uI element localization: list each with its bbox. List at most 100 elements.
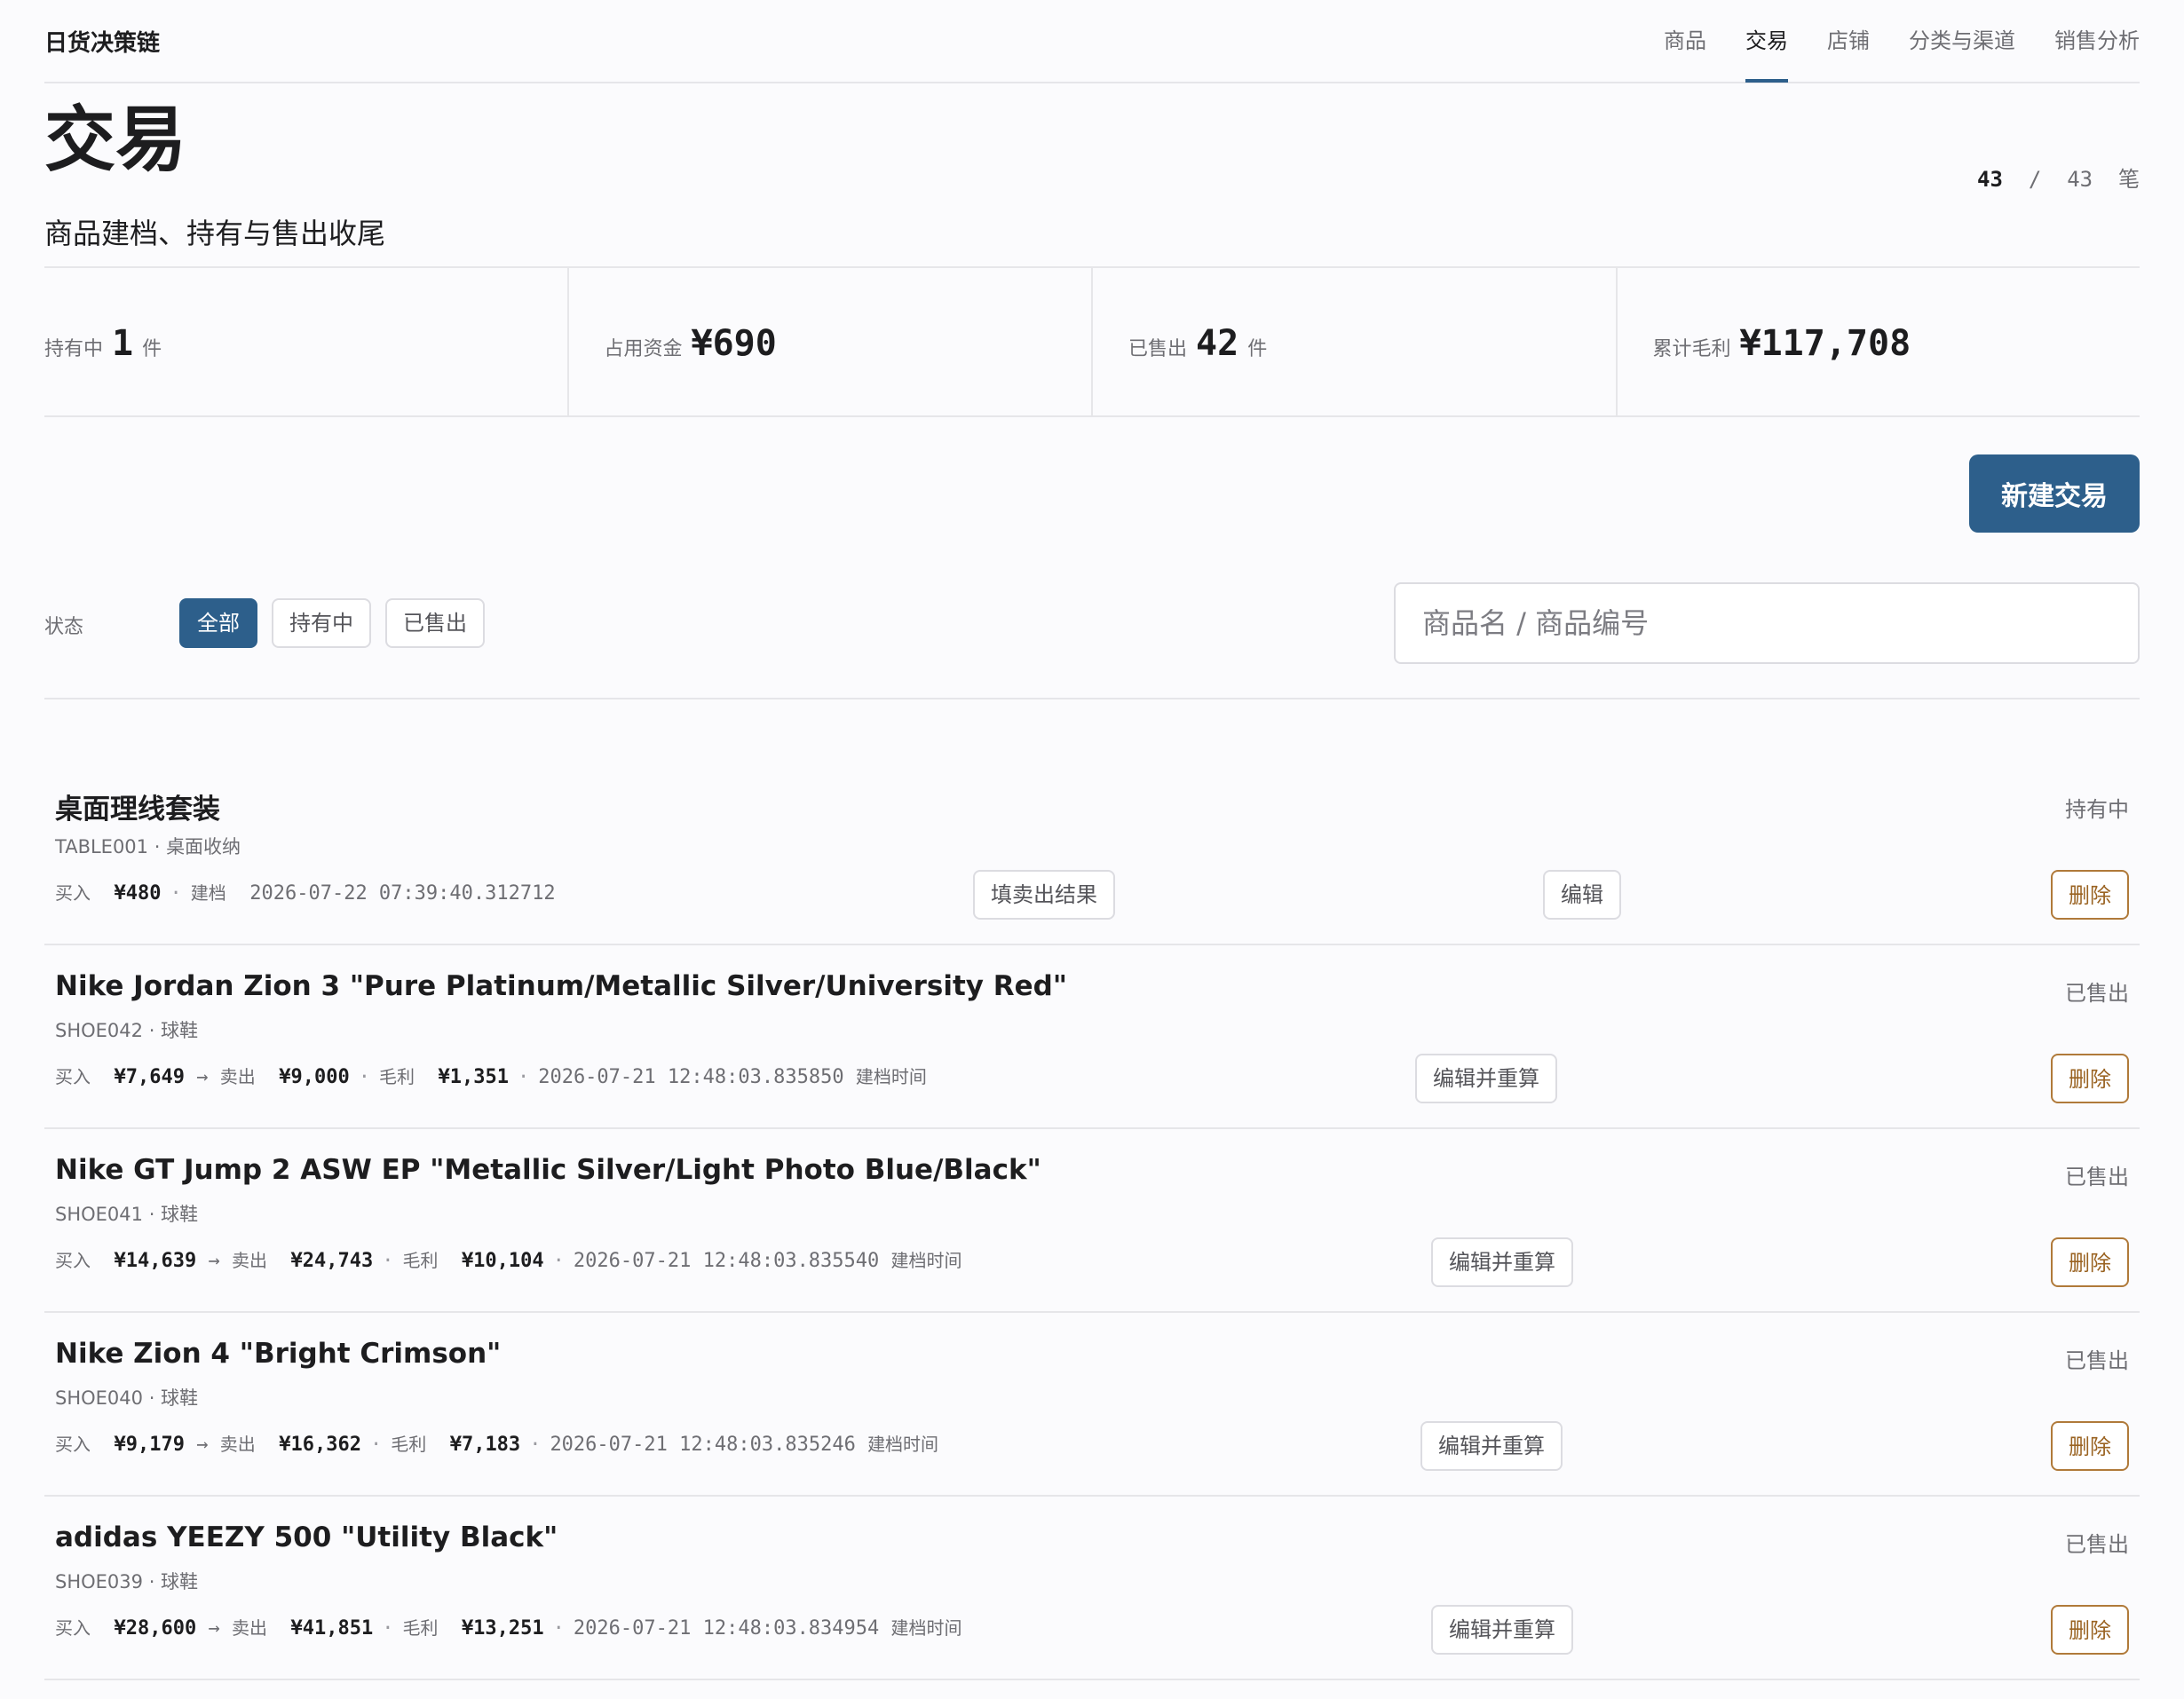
delete-button[interactable]: 删除	[2051, 870, 2129, 920]
delete-button[interactable]: 删除	[2051, 1421, 2129, 1471]
edit-button[interactable]: 编辑	[1543, 870, 1621, 920]
trade-row: Nike GT Jump 2 ASW EP "Metallic Silver/L…	[44, 1129, 2140, 1313]
trade-status: 已售出	[2065, 1532, 2129, 1557]
trade-name: Nike Jordan Zion 3 "Pure Platinum/Metall…	[55, 970, 1068, 1002]
trade-name: Nike Zion 4 "Bright Crimson"	[55, 1338, 502, 1370]
trade-meta: SHOE042 · 球鞋	[55, 1020, 199, 1041]
profit-value: ¥10,104	[461, 1250, 544, 1272]
sell-label: 卖出	[231, 1617, 267, 1639]
delete-button[interactable]: 删除	[2051, 1054, 2129, 1103]
buy-label: 买入	[55, 1066, 91, 1087]
delete-button[interactable]: 删除	[2051, 1237, 2129, 1287]
profit-label: 毛利	[391, 1434, 427, 1455]
sell-price: ¥9,000	[279, 1066, 350, 1088]
trade-category: 球鞋	[161, 1387, 199, 1409]
stat-holding: 持有中 1 件	[44, 268, 569, 415]
trade-status: 持有中	[2065, 797, 2129, 822]
filter-row: 状态 全部 持有中 已售出	[44, 582, 2140, 699]
filed-time: 2026-07-21 12:48:03.834954	[573, 1617, 880, 1640]
arrow-icon: →	[196, 1434, 209, 1456]
edit-recalc-button[interactable]: 编辑并重算	[1420, 1421, 1563, 1471]
count-unit: 笔	[2118, 167, 2140, 192]
trade-category: 球鞋	[161, 1204, 199, 1225]
trade-name: 桌面理线套装	[55, 794, 220, 826]
filed-time: 2026-07-21 12:48:03.835850	[538, 1066, 844, 1088]
separator-dot: ·	[358, 1066, 370, 1088]
buy-price: ¥28,600	[114, 1617, 197, 1640]
trade-list: 桌面理线套装 持有中 TABLE001 · 桌面收纳 买入 ¥480 · 建档 20…	[44, 762, 2140, 1680]
filter-chip-sold[interactable]: 已售出	[385, 598, 485, 648]
filter-chip-all[interactable]: 全部	[179, 598, 257, 648]
sell-price: ¥41,851	[290, 1617, 374, 1640]
separator-dot: ·	[552, 1250, 565, 1272]
nav-item-categories-channels[interactable]: 分类与渠道	[1909, 0, 2015, 82]
separator-dot: ·	[552, 1617, 565, 1640]
trade-meta: TABLE001 · 桌面收纳	[55, 836, 241, 857]
stat-sold: 已售出 42 件	[1093, 268, 1618, 415]
separator-dot: ·	[369, 1434, 383, 1456]
trade-code: SHOE040	[55, 1387, 144, 1409]
separator-dot: ·	[170, 882, 182, 905]
trade-code: SHOE041	[55, 1204, 144, 1225]
brand-name: 日货决策链	[44, 30, 161, 57]
filed-time: 2026-07-21 12:48:03.835540	[573, 1250, 880, 1272]
nav-item-trades[interactable]: 交易	[1745, 0, 1788, 83]
trade-summary: 买入 ¥480 · 建档 2026-07-22 07:39:40.312712	[55, 879, 556, 905]
filed-label: 建档	[190, 882, 226, 904]
stat-unit: 件	[1247, 338, 1268, 360]
profit-value: ¥1,351	[438, 1066, 509, 1088]
edit-recalc-button[interactable]: 编辑并重算	[1415, 1054, 1557, 1103]
trade-code: SHOE042	[55, 1020, 144, 1041]
trade-summary: 买入 ¥14,639 → 卖出 ¥24,743 · 毛利 ¥10,104 · 2026-…	[55, 1246, 962, 1272]
profit-value: ¥13,251	[461, 1617, 544, 1640]
nav-item-products[interactable]: 商品	[1664, 0, 1706, 82]
stat-value: 1	[112, 323, 134, 364]
search-input[interactable]	[1394, 582, 2140, 664]
trade-summary: 买入 ¥7,649 → 卖出 ¥9,000 · 毛利 ¥1,351 · 2026-07-…	[55, 1063, 927, 1088]
edit-recalc-button[interactable]: 编辑并重算	[1431, 1237, 1573, 1287]
count-shown: 43	[1977, 167, 2003, 192]
filed-time: 2026-07-22 07:39:40.312712	[249, 882, 556, 905]
buy-price: ¥7,649	[114, 1066, 185, 1088]
new-trade-button[interactable]: 新建交易	[1969, 454, 2140, 533]
filed-time-label: 建档时间	[890, 1250, 962, 1271]
trade-row: 桌面理线套装 持有中 TABLE001 · 桌面收纳 买入 ¥480 · 建档 20…	[44, 762, 2140, 945]
page-title: 交易	[44, 99, 186, 181]
nav-item-shops[interactable]: 店铺	[1827, 0, 1870, 82]
buy-label: 买入	[55, 1434, 91, 1455]
sell-price: ¥24,743	[290, 1250, 374, 1272]
trade-row: Nike Zion 4 "Bright Crimson" 已售出 SHOE040…	[44, 1313, 2140, 1497]
delete-button[interactable]: 删除	[2051, 1605, 2129, 1655]
buy-price: ¥480	[114, 882, 162, 905]
nav-item-sales-analysis[interactable]: 销售分析	[2054, 0, 2140, 82]
separator-dot: ·	[529, 1434, 542, 1456]
trade-summary: 买入 ¥9,179 → 卖出 ¥16,362 · 毛利 ¥7,183 · 2026-07…	[55, 1430, 938, 1456]
fill-sell-result-button[interactable]: 填卖出结果	[973, 870, 1115, 920]
trade-name: adidas YEEZY 500 "Utility Black"	[55, 1521, 558, 1553]
stat-total-profit: 累计毛利 ¥117,708	[1618, 268, 2140, 415]
separator-dot: ·	[517, 1066, 530, 1088]
trade-row: adidas YEEZY 500 "Utility Black" 已售出 SHO…	[44, 1497, 2140, 1680]
stats-bar: 持有中 1 件 占用资金 ¥690 已售出 42 件 累计毛利 ¥117,708	[44, 266, 2140, 417]
trade-name: Nike GT Jump 2 ASW EP "Metallic Silver/L…	[55, 1154, 1041, 1186]
filed-time-label: 建档时间	[855, 1066, 927, 1087]
filed-time-label: 建档时间	[890, 1617, 962, 1639]
filter-chip-holding[interactable]: 持有中	[272, 598, 371, 648]
edit-recalc-button[interactable]: 编辑并重算	[1431, 1605, 1573, 1655]
stat-value: 42	[1196, 323, 1239, 364]
stat-value: ¥690	[691, 323, 777, 364]
top-bar: 日货决策链 商品 交易 店铺 分类与渠道 销售分析	[44, 0, 2140, 83]
arrow-icon: →	[208, 1617, 220, 1640]
stat-value: ¥117,708	[1739, 323, 1911, 364]
trade-status: 已售出	[2065, 1348, 2129, 1373]
profit-label: 毛利	[378, 1066, 415, 1087]
trade-status: 已售出	[2065, 981, 2129, 1006]
record-count: 43 / 43 笔	[1977, 162, 2140, 193]
main-nav: 商品 交易 店铺 分类与渠道 销售分析	[1664, 0, 2140, 83]
trade-category: 球鞋	[161, 1571, 199, 1592]
trade-summary: 买入 ¥28,600 → 卖出 ¥41,851 · 毛利 ¥13,251 · 2026-…	[55, 1614, 962, 1640]
trade-meta: SHOE039 · 球鞋	[55, 1571, 199, 1592]
filed-time: 2026-07-21 12:48:03.835246	[550, 1434, 856, 1456]
trade-row: Nike Jordan Zion 3 "Pure Platinum/Metall…	[44, 945, 2140, 1129]
buy-label: 买入	[55, 1617, 91, 1639]
